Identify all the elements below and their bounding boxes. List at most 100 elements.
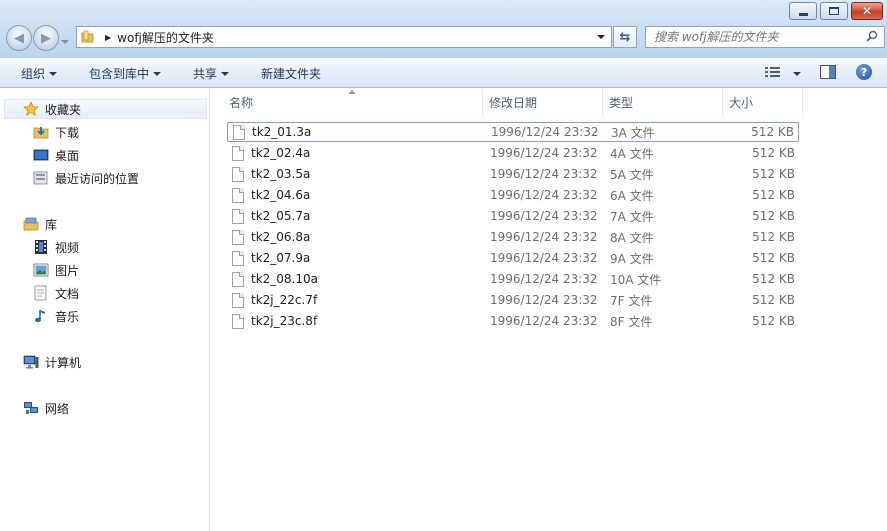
chevron-down-icon (221, 71, 230, 76)
file-name: tk2_01.3a (252, 125, 312, 139)
view-options-button[interactable] (765, 66, 801, 81)
new-folder-button[interactable]: 新建文件夹 (261, 65, 321, 82)
command-bar: 组织 包含到库中 共享 新建文件夹 ? (0, 58, 887, 88)
breadcrumb-separator-icon[interactable]: ▶ (105, 33, 111, 42)
nav-item-libraries[interactable]: 库 (23, 214, 57, 234)
close-button[interactable]: ✕ (851, 2, 883, 20)
file-type: 3A 文件 (611, 125, 655, 140)
file-name: tk2_08.10a (251, 272, 318, 286)
nav-label-recent-places: 最近访问的位置 (55, 171, 140, 186)
include-in-library-menu[interactable]: 包含到库中 (89, 65, 162, 82)
preview-pane-icon (820, 65, 836, 82)
file-modified: 1996/12/24 23:32 (490, 251, 598, 265)
nav-label-pictures: 图片 (55, 263, 80, 278)
nav-label-downloads: 下载 (55, 125, 80, 140)
preview-pane-button[interactable] (820, 65, 836, 82)
file-icon (232, 229, 244, 245)
minimize-icon (798, 12, 808, 16)
nav-item-desktop[interactable]: 桌面 (33, 145, 79, 165)
nav-item-favorites[interactable]: 收藏夹 (4, 99, 207, 119)
star-icon (23, 101, 39, 117)
file-modified: 1996/12/24 23:32 (490, 209, 598, 223)
organize-label: 组织 (21, 67, 46, 81)
address-dropdown-icon[interactable] (597, 35, 605, 39)
file-modified: 1996/12/24 23:32 (490, 167, 598, 181)
column-header-name-label: 名称 (229, 95, 254, 110)
address-bar[interactable]: ▶ wofj解压的文件夹 (76, 26, 612, 48)
nav-item-videos[interactable]: 视频 (33, 237, 79, 257)
file-modified: 1996/12/24 23:32 (490, 272, 598, 286)
file-size: 512 KB (752, 167, 795, 181)
file-row[interactable]: tk2j_23c.8f 1996/12/24 23:32 8F 文件 512 K… (227, 311, 799, 331)
file-type: 6A 文件 (610, 188, 654, 203)
new-folder-label: 新建文件夹 (261, 67, 322, 81)
nav-item-network[interactable]: 网络 (23, 398, 69, 418)
maximize-button[interactable] (820, 2, 848, 20)
file-type: 7F 文件 (610, 293, 653, 308)
share-menu[interactable]: 共享 (193, 65, 230, 82)
folder-icon (81, 30, 95, 44)
nav-item-computer[interactable]: 计算机 (23, 352, 81, 372)
organize-menu[interactable]: 组织 (21, 65, 58, 82)
file-icon (232, 271, 244, 287)
help-button[interactable]: ? (856, 64, 872, 80)
file-size: 512 KB (752, 146, 795, 160)
chevron-down-icon (61, 40, 69, 44)
share-label: 共享 (193, 67, 218, 81)
recent-pages-button[interactable] (61, 33, 71, 44)
file-row[interactable]: tk2_02.4a 1996/12/24 23:32 4A 文件 512 KB (227, 143, 799, 163)
nav-label-videos: 视频 (55, 240, 80, 255)
maximize-icon (829, 7, 839, 15)
refresh-button[interactable]: ⇆ (613, 26, 637, 48)
minimize-button[interactable] (789, 2, 817, 20)
computer-icon (23, 354, 39, 370)
nav-label-favorites: 收藏夹 (45, 102, 82, 117)
nav-item-downloads[interactable]: 下载 (33, 122, 79, 142)
file-icon (232, 292, 244, 308)
file-row[interactable]: tk2_06.8a 1996/12/24 23:32 8A 文件 512 KB (227, 227, 799, 247)
nav-item-recent-places[interactable]: 最近访问的位置 (33, 168, 139, 188)
file-size: 512 KB (752, 272, 795, 286)
picture-library-icon (33, 262, 49, 278)
file-row[interactable]: tk2_03.5a 1996/12/24 23:32 5A 文件 512 KB (227, 164, 799, 184)
search-icon[interactable] (866, 30, 878, 45)
file-icon (232, 166, 244, 182)
column-header-size-label: 大小 (729, 95, 754, 110)
column-header-modified[interactable]: 修改日期 (483, 89, 603, 115)
file-icon (232, 208, 244, 224)
breadcrumb-current-folder[interactable]: wofj解压的文件夹 (117, 29, 214, 46)
file-row[interactable]: tk2j_22c.7f 1996/12/24 23:32 7F 文件 512 K… (227, 290, 799, 310)
search-box[interactable] (645, 26, 885, 48)
file-row[interactable]: tk2_05.7a 1996/12/24 23:32 7A 文件 512 KB (227, 206, 799, 226)
search-input[interactable] (654, 30, 866, 44)
file-name: tk2j_22c.7f (251, 293, 318, 307)
file-modified: 1996/12/24 23:32 (490, 293, 598, 307)
file-row[interactable]: tk2_01.3a 1996/12/24 23:32 3A 文件 512 KB (227, 122, 799, 142)
file-modified: 1996/12/24 23:32 (491, 125, 599, 139)
file-modified: 1996/12/24 23:32 (490, 188, 598, 202)
document-library-icon (33, 285, 49, 301)
column-header-name[interactable]: 名称 (223, 89, 483, 115)
include-in-library-label: 包含到库中 (89, 67, 150, 81)
file-icon (232, 145, 244, 161)
file-type: 8A 文件 (610, 230, 654, 245)
file-row[interactable]: tk2_04.6a 1996/12/24 23:32 6A 文件 512 KB (227, 185, 799, 205)
file-row[interactable]: tk2_07.9a 1996/12/24 23:32 9A 文件 512 KB (227, 248, 799, 268)
nav-item-documents[interactable]: 文档 (33, 283, 79, 303)
nav-item-music[interactable]: 音乐 (33, 306, 79, 326)
close-icon: ✕ (861, 4, 873, 18)
navigation-pane: 收藏夹 下载 桌面 最近访问的位置 库 视频 图片 文档 音乐 计算机 网络 (0, 89, 210, 531)
file-size: 512 KB (752, 314, 795, 328)
column-header-size[interactable]: 大小 (723, 89, 803, 115)
file-size: 512 KB (752, 209, 795, 223)
back-button[interactable]: ◀ (6, 25, 32, 51)
nav-item-pictures[interactable]: 图片 (33, 260, 79, 280)
desktop-icon (33, 147, 49, 163)
file-row[interactable]: tk2_08.10a 1996/12/24 23:32 10A 文件 512 K… (227, 269, 799, 289)
help-icon: ? (856, 64, 872, 80)
forward-button[interactable]: ▶ (33, 25, 59, 51)
file-name: tk2_04.6a (251, 188, 311, 202)
column-header-type[interactable]: 类型 (603, 89, 723, 115)
file-name: tk2_02.4a (251, 146, 311, 160)
file-modified: 1996/12/24 23:32 (490, 314, 598, 328)
